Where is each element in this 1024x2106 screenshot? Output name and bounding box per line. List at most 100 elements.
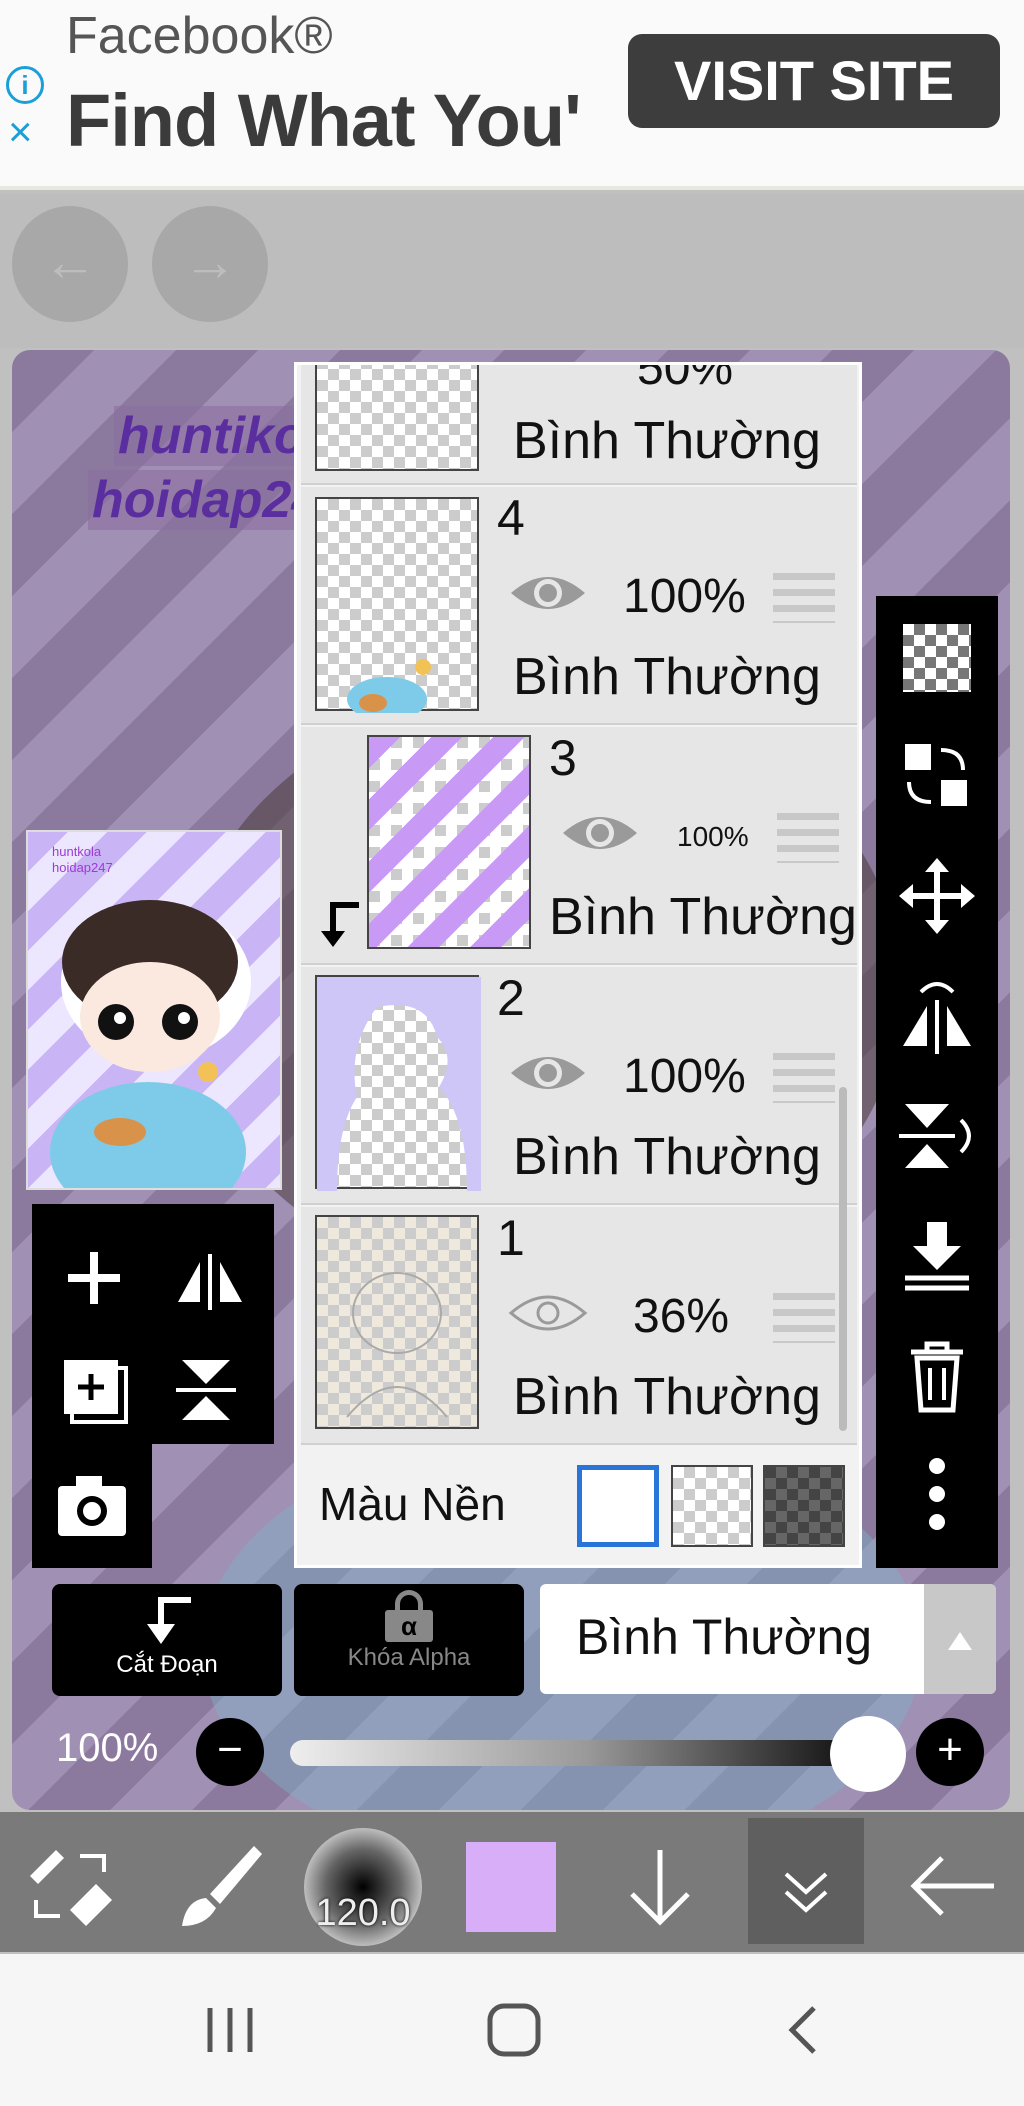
layer-number: 1 bbox=[497, 1210, 525, 1266]
alpha-lock-button[interactable]: α Khóa Alpha bbox=[294, 1584, 524, 1696]
visibility-eye-icon[interactable] bbox=[507, 1287, 589, 1339]
layer-opacity: 100% bbox=[623, 570, 746, 623]
add-layer-copy-button[interactable] bbox=[54, 1350, 134, 1430]
undo-button[interactable]: ← bbox=[12, 206, 128, 322]
opacity-slider-track[interactable] bbox=[290, 1740, 886, 1766]
redo-button[interactable]: → bbox=[152, 206, 268, 322]
brush-size-button[interactable]: 120.0 bbox=[304, 1828, 422, 1946]
layer-row-3[interactable]: 3 100% Bình Thường bbox=[301, 727, 857, 965]
scroll-down-button[interactable] bbox=[610, 1836, 710, 1936]
layer-blend-mode[interactable]: Bình Thường bbox=[513, 1127, 821, 1187]
add-layer-button[interactable] bbox=[54, 1238, 134, 1318]
layer-number: 2 bbox=[497, 970, 525, 1026]
layer-panel-toggle-button[interactable] bbox=[748, 1818, 864, 1944]
flip-vertical-button-right[interactable] bbox=[876, 1086, 998, 1186]
ad-info-icon[interactable]: i bbox=[6, 66, 44, 104]
visibility-eye-icon[interactable] bbox=[507, 567, 589, 619]
clipping-arrow-icon bbox=[321, 902, 359, 947]
swap-layer-button[interactable] bbox=[876, 726, 998, 826]
more-vertical-icon bbox=[929, 1458, 945, 1530]
visibility-eye-icon[interactable] bbox=[507, 1047, 589, 1099]
ad-banner[interactable]: Facebook® Find What You' i × VISIT SITE bbox=[0, 0, 1024, 190]
layer-opacity: 100% bbox=[623, 1050, 746, 1103]
move-layer-button[interactable] bbox=[876, 846, 998, 946]
transparency-button[interactable] bbox=[876, 606, 998, 706]
triangle-up-icon bbox=[948, 1632, 972, 1650]
home-icon[interactable] bbox=[484, 2000, 544, 2060]
flip-horizontal-icon bbox=[178, 1254, 242, 1310]
clipping-button[interactable]: Cắt Đoạn bbox=[52, 1584, 282, 1696]
pen-eraser-swap-icon bbox=[30, 1850, 112, 1926]
duplicate-layer-icon bbox=[64, 1360, 128, 1424]
back-nav-icon[interactable] bbox=[778, 2002, 828, 2058]
delete-layer-button[interactable] bbox=[876, 1326, 998, 1426]
layer-blend-mode[interactable]: Bình Thường bbox=[513, 411, 821, 471]
opacity-slider-thumb[interactable] bbox=[830, 1716, 906, 1792]
layer-blend-mode[interactable]: Bình Thường bbox=[513, 1367, 821, 1427]
ad-headline[interactable]: Find What You' bbox=[66, 78, 582, 163]
brush-button[interactable] bbox=[166, 1836, 266, 1936]
drag-handle-icon[interactable] bbox=[773, 1293, 835, 1343]
layer-thumbnail bbox=[315, 497, 479, 721]
layer-panel[interactable]: 50% Bình Thường 4 100% Bình Thường 3 100… bbox=[294, 362, 862, 1568]
opacity-decrease-button[interactable]: − bbox=[196, 1718, 264, 1786]
arrow-down-icon bbox=[630, 1850, 690, 1926]
opacity-increase-button[interactable]: + bbox=[916, 1718, 984, 1786]
blend-mode-select[interactable]: Bình Thường bbox=[540, 1584, 996, 1694]
arrow-left-icon bbox=[910, 1856, 994, 1916]
layer-1-content bbox=[346, 1272, 448, 1418]
chevron-double-down-icon bbox=[784, 1872, 828, 1913]
system-navigation-bar bbox=[0, 1954, 1024, 2106]
checker-icon bbox=[903, 624, 971, 692]
layer-row-5[interactable]: 50% Bình Thường bbox=[301, 365, 857, 485]
background-color-row: Màu Nền bbox=[301, 1445, 857, 1563]
merge-down-button[interactable] bbox=[876, 1206, 998, 1306]
layer-row-4[interactable]: 4 100% Bình Thường bbox=[301, 487, 857, 725]
camera-icon bbox=[58, 1476, 126, 1536]
layer-row-1[interactable]: 1 36% Bình Thường bbox=[301, 1207, 857, 1445]
layer-thumbnail bbox=[367, 735, 531, 949]
drag-handle-icon[interactable] bbox=[773, 573, 835, 623]
background-white-option[interactable] bbox=[577, 1465, 659, 1547]
layer-opacity: 100% bbox=[677, 821, 749, 852]
drag-handle-icon[interactable] bbox=[777, 813, 839, 863]
ad-close-icon[interactable]: × bbox=[8, 111, 33, 153]
left-layer-tools bbox=[32, 1204, 274, 1444]
more-options-button[interactable] bbox=[876, 1446, 998, 1546]
visibility-eye-icon[interactable] bbox=[559, 807, 641, 859]
background-dark-option[interactable] bbox=[763, 1465, 845, 1547]
layer-number: 4 bbox=[497, 490, 525, 546]
canvas-preview[interactable]: huntkola hoidap247 bbox=[26, 830, 282, 1190]
layer-blend-mode[interactable]: Bình Thường bbox=[549, 887, 857, 947]
flip-vertical-button[interactable] bbox=[170, 1350, 250, 1430]
visit-site-button[interactable]: VISIT SITE bbox=[628, 34, 1000, 128]
watermark-line-1: huntiko bbox=[114, 406, 310, 466]
layer-scrollbar[interactable] bbox=[839, 1087, 847, 1431]
layer-4-content bbox=[347, 659, 431, 721]
blend-mode-value: Bình Thường bbox=[576, 1609, 873, 1665]
move-icon bbox=[899, 858, 975, 934]
flip-vertical-icon bbox=[176, 1360, 236, 1420]
layer-opacity-value: 100% bbox=[56, 1726, 159, 1770]
flip-horizontal-button[interactable] bbox=[170, 1238, 250, 1318]
drag-handle-icon[interactable] bbox=[773, 1053, 835, 1103]
alpha-symbol: α bbox=[385, 1610, 433, 1642]
back-button[interactable] bbox=[898, 1836, 1008, 1936]
camera-button[interactable] bbox=[52, 1468, 132, 1544]
recent-apps-icon[interactable] bbox=[200, 2002, 260, 2058]
color-swatch-button[interactable] bbox=[466, 1842, 556, 1932]
ad-brand: Facebook® bbox=[66, 7, 333, 65]
layer-row-2[interactable]: 2 100% Bình Thường bbox=[301, 967, 857, 1205]
tool-switch-button[interactable] bbox=[20, 1836, 120, 1936]
flip-horizontal-icon bbox=[903, 982, 971, 1054]
background-color-label: Màu Nền bbox=[319, 1478, 506, 1530]
layer-2-content bbox=[317, 977, 481, 1191]
blend-mode-toggle[interactable] bbox=[924, 1584, 996, 1694]
right-layer-tools bbox=[876, 596, 998, 1568]
layer-blend-mode[interactable]: Bình Thường bbox=[513, 647, 821, 707]
trash-icon bbox=[911, 1341, 963, 1413]
flip-horizontal-button-right[interactable] bbox=[876, 966, 998, 1066]
watermark-line-2: hoidap24 bbox=[88, 470, 325, 530]
background-transparent-option[interactable] bbox=[671, 1465, 753, 1547]
brush-size-value: 120.0 bbox=[315, 1892, 411, 1934]
